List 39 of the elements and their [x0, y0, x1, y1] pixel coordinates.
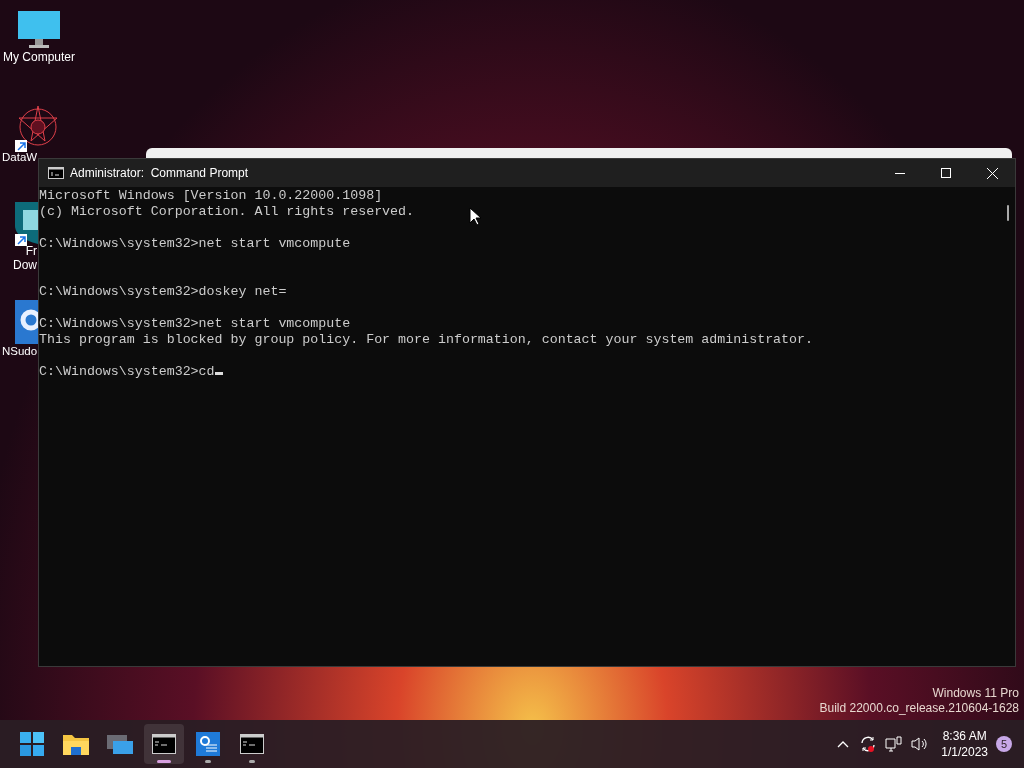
text-cursor — [214, 372, 223, 375]
close-icon — [986, 167, 998, 179]
date-text: 1/1/2023 — [941, 744, 988, 760]
volume-icon[interactable] — [911, 736, 930, 752]
clock[interactable]: 8:36 AM 1/1/2023 — [941, 728, 988, 760]
desktop-icon-label[interactable]: Dow — [13, 258, 37, 272]
notification-badge[interactable]: 5 — [996, 736, 1012, 752]
sync-icon[interactable] — [859, 735, 878, 753]
console-line: Microsoft Windows [Version 10.0.22000.1098] — [39, 188, 383, 203]
task-view-icon — [107, 733, 133, 755]
console-icon — [240, 734, 264, 754]
console-line: C:\Windows\system32>net start vmcompute — [39, 316, 351, 331]
folder-icon — [63, 733, 89, 755]
minimize-icon — [895, 172, 905, 174]
console-line: C:\Windows\system32>cd — [39, 364, 215, 379]
desktop-icon-label[interactable]: NSudo — [2, 344, 38, 358]
console-line: C:\Windows\system32>net start vmcompute — [39, 236, 351, 251]
shield-icon[interactable] — [15, 202, 38, 244]
os-build-text: Build 22000.co_release.210604-1628 — [819, 701, 1019, 716]
desktop-icon-label[interactable]: DataW — [2, 150, 38, 164]
os-build-text: Windows 11 Pro — [932, 686, 1019, 701]
console-icon — [48, 167, 64, 179]
chevron-up-icon[interactable] — [837, 740, 850, 748]
maximize-icon — [941, 168, 951, 178]
console-icon — [152, 734, 176, 754]
network-icon[interactable] — [885, 735, 904, 753]
console-line: This program is blocked by group policy. For more information, contact your system administrator. — [39, 332, 813, 347]
windows-logo-icon — [20, 732, 44, 756]
console-line: (c) Microsoft Corporation. All rights reserved. — [39, 204, 415, 219]
settings-icon — [196, 732, 220, 756]
taskbar-button[interactable] — [144, 724, 184, 764]
console-line: C:\Windows\system32>doskey net= — [39, 284, 287, 299]
desktop-icon-label[interactable]: Fr — [25, 244, 37, 258]
monitor-icon[interactable] — [17, 10, 61, 50]
desktop-icon-label[interactable]: My Computer — [3, 50, 75, 64]
time-text: 8:36 AM — [942, 728, 987, 744]
window-title: Administrator: Command Prompt — [70, 165, 249, 182]
mouse-pointer-icon — [469, 207, 481, 226]
gear-icon[interactable] — [15, 300, 38, 344]
